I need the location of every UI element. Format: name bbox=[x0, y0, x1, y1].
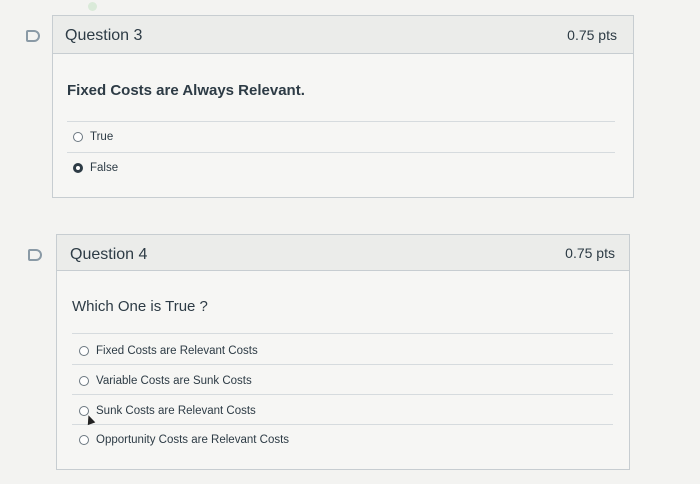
flag-question-icon[interactable] bbox=[26, 30, 40, 42]
divider bbox=[72, 364, 613, 365]
flag-question-icon[interactable] bbox=[28, 249, 42, 261]
question-4-header: Question 4 0.75 pts bbox=[57, 235, 629, 271]
divider bbox=[67, 152, 615, 153]
question-prompt: Which One is True ? bbox=[72, 298, 208, 315]
option-label: Fixed Costs are Relevant Costs bbox=[96, 345, 258, 357]
option-false[interactable]: False bbox=[73, 162, 118, 174]
option-true[interactable]: True bbox=[73, 131, 113, 143]
question-prompt: Fixed Costs are Always Relevant. bbox=[67, 82, 305, 99]
radio-button[interactable] bbox=[79, 376, 89, 386]
option-label: True bbox=[90, 131, 114, 143]
question-3-card: Question 3 0.75 pts Fixed Costs are Alwa… bbox=[52, 15, 634, 198]
question-title: Question 4 bbox=[70, 246, 148, 263]
radio-button[interactable] bbox=[79, 346, 89, 356]
question-4-card: Question 4 0.75 pts Which One is True ? … bbox=[56, 234, 630, 470]
option-4[interactable]: Opportunity Costs are Relevant Costs bbox=[79, 434, 289, 446]
option-2[interactable]: Variable Costs are Sunk Costs bbox=[79, 375, 252, 387]
option-label: Sunk Costs are Relevant Costs bbox=[96, 405, 256, 417]
watermark-dot bbox=[88, 2, 97, 11]
question-points: 0.75 pts bbox=[565, 245, 615, 261]
divider bbox=[72, 424, 613, 425]
divider bbox=[72, 333, 613, 334]
divider bbox=[72, 394, 613, 395]
option-1[interactable]: Fixed Costs are Relevant Costs bbox=[79, 345, 258, 357]
option-3[interactable]: Sunk Costs are Relevant Costs bbox=[79, 405, 256, 417]
option-label: Opportunity Costs are Relevant Costs bbox=[96, 434, 290, 446]
radio-button[interactable] bbox=[79, 435, 89, 445]
question-points: 0.75 pts bbox=[567, 27, 617, 43]
divider bbox=[67, 121, 615, 122]
option-label: Variable Costs are Sunk Costs bbox=[96, 375, 252, 387]
question-3-header: Question 3 0.75 pts bbox=[53, 16, 633, 54]
radio-button[interactable] bbox=[73, 132, 83, 142]
question-title: Question 3 bbox=[65, 27, 143, 44]
option-label: False bbox=[90, 162, 119, 174]
radio-button-selected[interactable] bbox=[73, 163, 83, 173]
